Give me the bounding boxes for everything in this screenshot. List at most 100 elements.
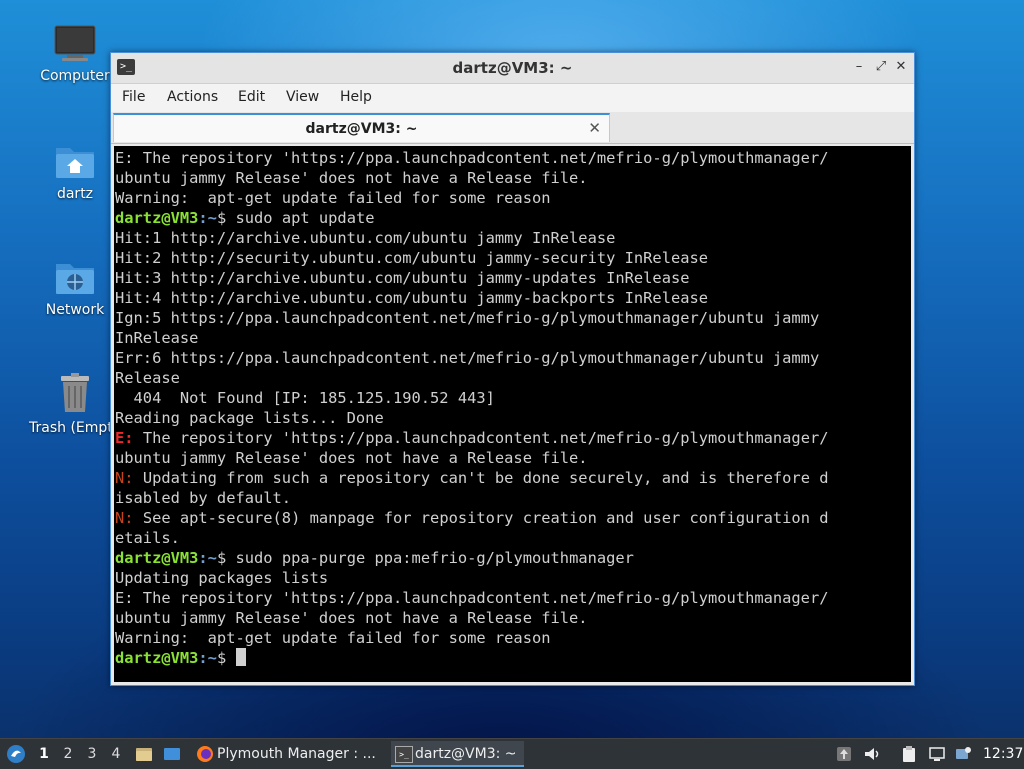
- menu-help[interactable]: Help: [340, 89, 372, 105]
- output-text: See apt-secure(8) manpage for repository…: [133, 509, 829, 527]
- terminal-line: Hit:2 http://security.ubuntu.com/ubuntu …: [115, 248, 911, 268]
- output-text: Hit:1 http://archive.ubuntu.com/ubuntu j…: [115, 229, 616, 247]
- terminal-task-icon: >_: [395, 746, 413, 763]
- output-text: E: The repository 'https://ppa.launchpad…: [115, 589, 829, 607]
- output-text: etails.: [115, 529, 180, 547]
- show-desktop-icon[interactable]: [163, 745, 181, 763]
- notification-icon[interactable]: [954, 745, 972, 763]
- output-text: Hit:4 http://archive.ubuntu.com/ubuntu j…: [115, 289, 709, 307]
- terminal-line: Warning: apt-get update failed for some …: [115, 628, 911, 648]
- output-text: 404 Not Found [IP: 185.125.190.52 443]: [115, 389, 495, 407]
- firefox-icon: [197, 746, 213, 762]
- window-titlebar[interactable]: >_ dartz@VM3: ~ – ⤢ ✕: [111, 53, 914, 84]
- tab-bar: dartz@VM3: ~ ✕: [111, 112, 914, 144]
- close-button[interactable]: ✕: [892, 58, 910, 76]
- prompt-symbol: $: [216, 649, 236, 667]
- terminal-line: isabled by default.: [115, 488, 911, 508]
- prompt-path: :~: [198, 549, 217, 567]
- workspace-3[interactable]: 3: [81, 739, 103, 769]
- prompt-path: :~: [198, 649, 217, 667]
- text-cursor: [235, 648, 246, 666]
- output-text: Err:6 https://ppa.launchpadcontent.net/m…: [115, 349, 820, 367]
- tab-title: dartz@VM3: ~: [305, 121, 418, 137]
- output-text: Updating from such a repository can't be…: [133, 469, 829, 487]
- menu-edit[interactable]: Edit: [238, 89, 265, 105]
- tab-terminal[interactable]: dartz@VM3: ~ ✕: [113, 113, 610, 142]
- output-text: The repository 'https://ppa.launchpadcon…: [133, 429, 829, 447]
- terminal-line: InRelease: [115, 328, 911, 348]
- task-terminal[interactable]: >_ dartz@VM3: ~: [391, 741, 524, 767]
- terminal-line: N: Updating from such a repository can't…: [115, 468, 911, 488]
- output-text: E: The repository 'https://ppa.launchpad…: [115, 149, 829, 167]
- updates-icon[interactable]: [835, 745, 853, 763]
- terminal-line: E: The repository 'https://ppa.launchpad…: [115, 428, 911, 448]
- minimize-button[interactable]: –: [850, 58, 868, 76]
- terminal-line: Updating packages lists: [115, 568, 911, 588]
- output-text: Reading package lists... Done: [115, 409, 384, 427]
- output-text: Hit:2 http://security.ubuntu.com/ubuntu …: [115, 249, 709, 267]
- terminal-line: Release: [115, 368, 911, 388]
- terminal-line: E: The repository 'https://ppa.launchpad…: [115, 588, 911, 608]
- terminal-line: Reading package lists... Done: [115, 408, 911, 428]
- trash-icon: [61, 373, 89, 412]
- prompt-user: dartz@VM3: [115, 549, 199, 567]
- terminal-line: ubuntu jammy Release' does not have a Re…: [115, 448, 911, 468]
- home-folder-icon: [56, 148, 94, 178]
- message-tag: E:: [115, 429, 134, 447]
- computer-icon: [54, 25, 96, 61]
- terminal-line: dartz@VM3:~$ sudo apt update: [115, 208, 911, 228]
- workspace-4[interactable]: 4: [105, 739, 127, 769]
- terminal-line: Warning: apt-get update failed for some …: [115, 188, 911, 208]
- workspace-2[interactable]: 2: [57, 739, 79, 769]
- network-status-icon[interactable]: [928, 745, 946, 763]
- message-tag: N:: [115, 509, 134, 527]
- terminal-line: Ign:5 https://ppa.launchpadcontent.net/m…: [115, 308, 911, 328]
- prompt-symbol: $: [216, 549, 236, 567]
- menu-file[interactable]: File: [122, 89, 145, 105]
- output-text: Hit:3 http://archive.ubuntu.com/ubuntu j…: [115, 269, 690, 287]
- workspace-1[interactable]: 1: [33, 739, 55, 769]
- command-text: sudo ppa-purge ppa:mefrio-g/plymouthmana…: [235, 549, 634, 567]
- output-text: Warning: apt-get update failed for some …: [115, 189, 551, 207]
- terminal-line: ubuntu jammy Release' does not have a Re…: [115, 168, 911, 188]
- output-text: InRelease: [115, 329, 199, 347]
- menubar: File Actions Edit View Help: [111, 84, 914, 112]
- output-text: Release: [115, 369, 180, 387]
- window-title: dartz@VM3: ~: [452, 59, 573, 77]
- output-text: ubuntu jammy Release' does not have a Re…: [115, 169, 588, 187]
- command-text: sudo apt update: [235, 209, 375, 227]
- terminal-line: 404 Not Found [IP: 185.125.190.52 443]: [115, 388, 911, 408]
- terminal-output[interactable]: E: The repository 'https://ppa.launchpad…: [114, 146, 911, 682]
- output-text: ubuntu jammy Release' does not have a Re…: [115, 609, 588, 627]
- message-tag: N:: [115, 469, 134, 487]
- clock[interactable]: 12:37: [983, 739, 1023, 769]
- terminal-line: dartz@VM3:~$: [115, 648, 911, 668]
- output-text: ubuntu jammy Release' does not have a Re…: [115, 449, 588, 467]
- prompt-path: :~: [198, 209, 217, 227]
- terminal-line: ubuntu jammy Release' does not have a Re…: [115, 608, 911, 628]
- terminal-window: >_ dartz@VM3: ~ – ⤢ ✕ File Actions Edit …: [110, 52, 915, 686]
- terminal-line: dartz@VM3:~$ sudo ppa-purge ppa:mefrio-g…: [115, 548, 911, 568]
- task-plymouth-manager[interactable]: Plymouth Manager : ...: [193, 741, 403, 767]
- file-manager-icon[interactable]: [135, 745, 153, 763]
- volume-icon[interactable]: [863, 745, 881, 763]
- terminal-line: E: The repository 'https://ppa.launchpad…: [115, 148, 911, 168]
- output-text: Warning: apt-get update failed for some …: [115, 629, 551, 647]
- menu-actions[interactable]: Actions: [167, 89, 218, 105]
- tab-close-icon[interactable]: ✕: [588, 119, 601, 137]
- task-label: Plymouth Manager : ...: [217, 746, 376, 762]
- taskbar: 1 2 3 4 Plymouth Manager : ... >_ dartz@…: [0, 738, 1024, 769]
- prompt-symbol: $: [216, 209, 236, 227]
- output-text: Updating packages lists: [115, 569, 329, 587]
- network-folder-icon: [56, 264, 94, 294]
- terminal-line: N: See apt-secure(8) manpage for reposit…: [115, 508, 911, 528]
- clipboard-icon[interactable]: [900, 745, 918, 763]
- terminal-line: Hit:4 http://archive.ubuntu.com/ubuntu j…: [115, 288, 911, 308]
- prompt-user: dartz@VM3: [115, 649, 199, 667]
- start-menu-icon[interactable]: [6, 744, 26, 764]
- menu-view[interactable]: View: [286, 89, 319, 105]
- terminal-line: Hit:1 http://archive.ubuntu.com/ubuntu j…: [115, 228, 911, 248]
- maximize-button[interactable]: ⤢: [872, 58, 890, 76]
- prompt-user: dartz@VM3: [115, 209, 199, 227]
- output-text: isabled by default.: [115, 489, 292, 507]
